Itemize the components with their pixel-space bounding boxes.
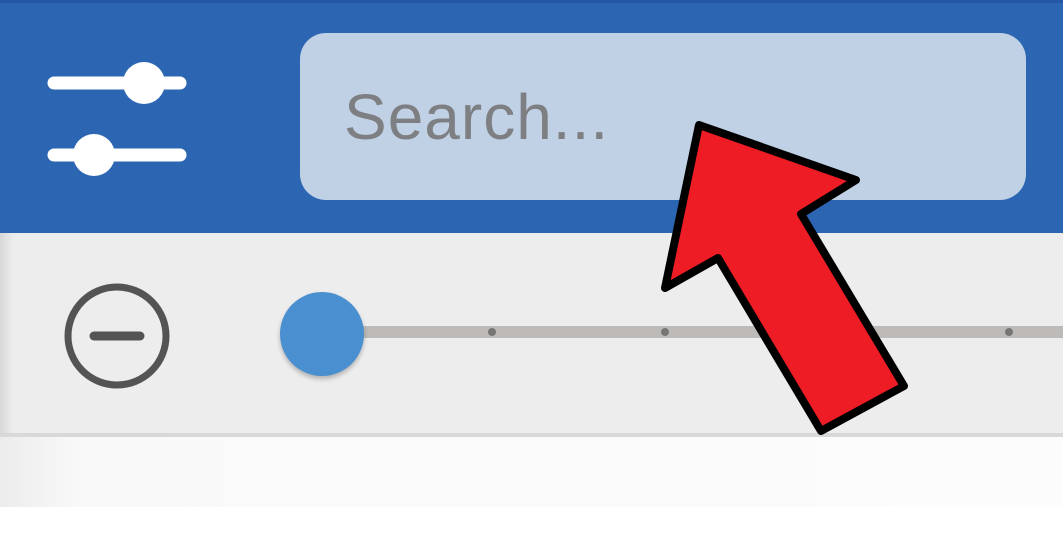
slider-tick (661, 328, 669, 336)
filter-sliders-icon[interactable] (44, 55, 190, 183)
slider-thumb[interactable] (280, 292, 364, 376)
content-area (0, 437, 1063, 507)
search-input[interactable] (300, 33, 1026, 200)
zoom-out-icon[interactable] (62, 281, 172, 391)
app-window (0, 0, 1063, 555)
slider-tick (1005, 328, 1013, 336)
slider-track (316, 326, 1063, 338)
slider-tick (488, 328, 496, 336)
toolbar-edge-shade (0, 233, 14, 435)
zoom-slider[interactable] (276, 290, 1063, 376)
